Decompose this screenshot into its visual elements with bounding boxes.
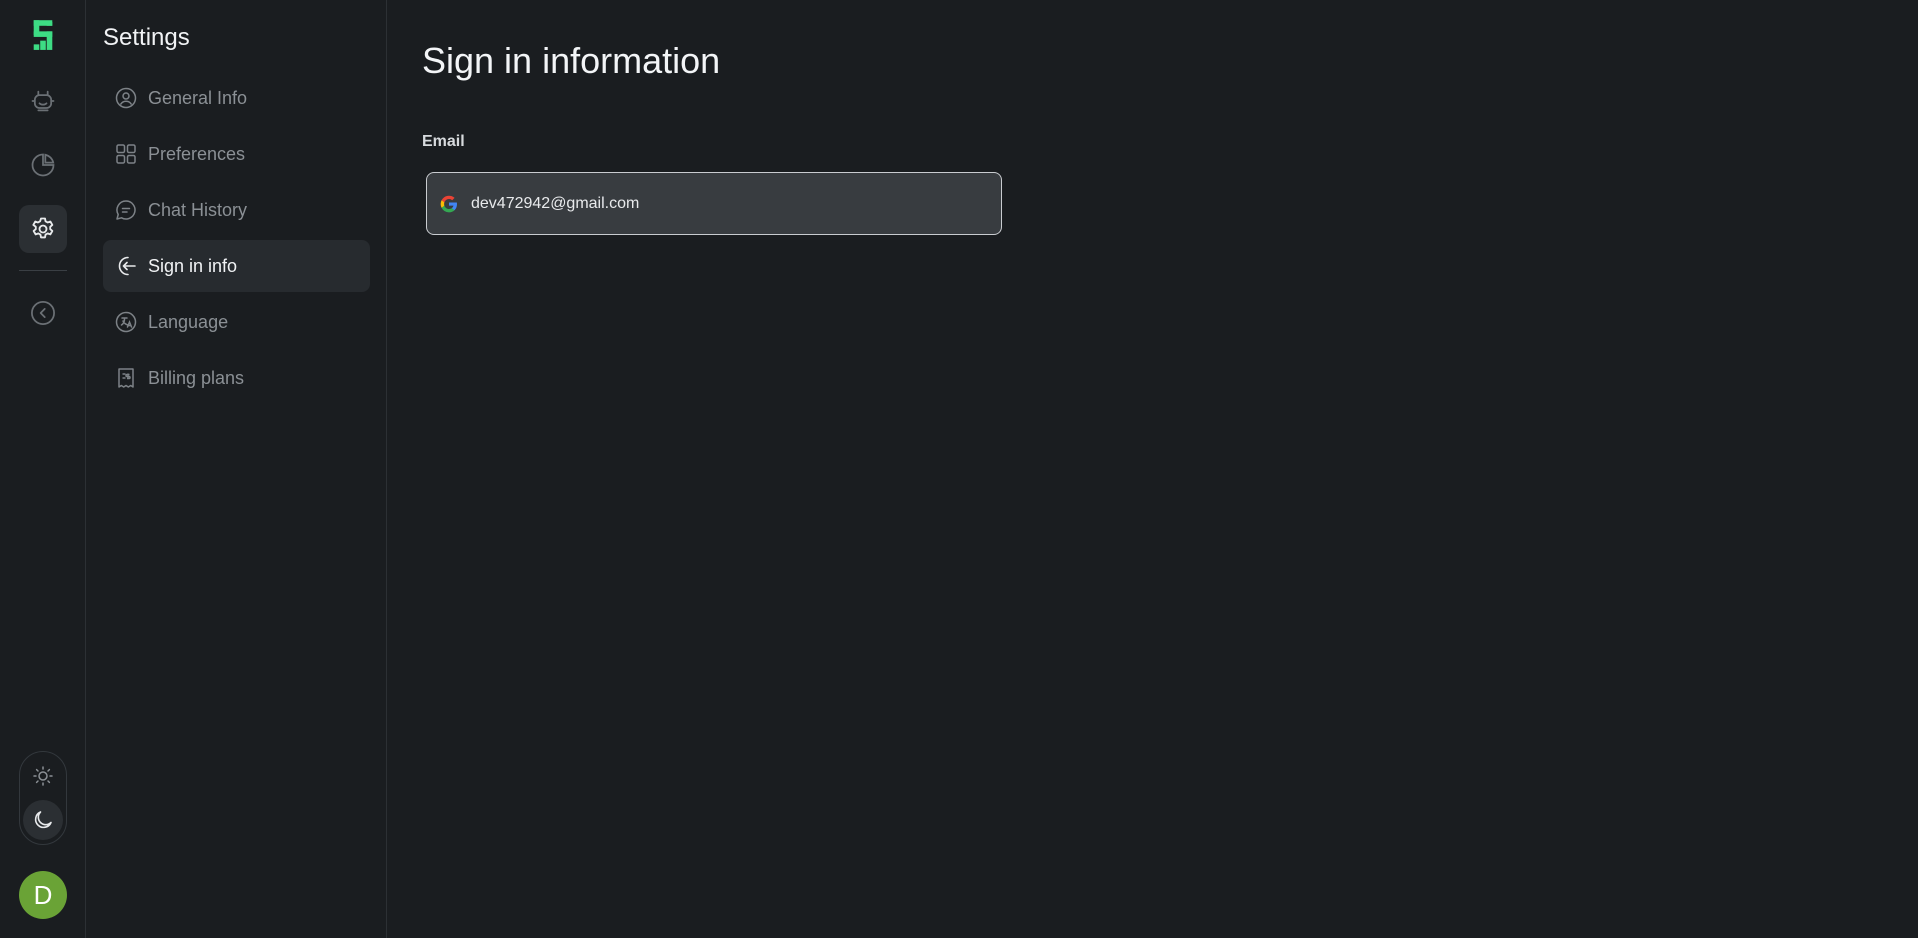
email-field[interactable]: dev472942@gmail.com xyxy=(426,172,1002,235)
settings-item-label: Sign in info xyxy=(148,255,238,276)
grid-icon xyxy=(116,144,136,164)
pie-chart-icon[interactable] xyxy=(19,141,67,189)
translate-icon xyxy=(115,311,137,333)
user-avatar[interactable]: D xyxy=(19,871,67,919)
settings-item-sign-in-info[interactable]: Sign in info xyxy=(103,240,370,292)
settings-item-label: General Info xyxy=(148,87,248,108)
settings-item-preferences[interactable]: Preferences xyxy=(103,128,370,180)
receipt-icon xyxy=(118,368,134,388)
settings-item-label: Preferences xyxy=(148,143,246,164)
email-value: dev472942@gmail.com xyxy=(471,194,640,212)
settings-gear-icon[interactable] xyxy=(19,205,67,253)
settings-item-label: Language xyxy=(148,311,229,332)
settings-item-billing-plans[interactable]: Billing plans xyxy=(103,352,370,404)
settings-title: Settings xyxy=(103,24,190,51)
settings-item-language[interactable]: Language xyxy=(103,296,370,348)
settings-item-general-info[interactable]: General Info xyxy=(103,72,370,124)
settings-panel: Settings General Info Preferences Chat H… xyxy=(86,0,387,938)
app-root: D Settings General Info Preferences Chat… xyxy=(0,0,1918,938)
rail-divider xyxy=(19,270,67,271)
icon-rail: D xyxy=(0,0,86,938)
robot-icon[interactable] xyxy=(19,77,67,125)
brand-logo-icon[interactable] xyxy=(19,12,67,60)
moon-icon[interactable] xyxy=(23,800,63,840)
avatar-initial: D xyxy=(33,879,53,910)
google-icon xyxy=(440,195,457,212)
sign-in-icon xyxy=(118,256,136,276)
settings-item-chat-history[interactable]: Chat History xyxy=(103,184,370,236)
user-circle-icon xyxy=(115,87,137,109)
page-title: Sign in information xyxy=(422,40,721,81)
settings-item-label: Chat History xyxy=(148,199,248,220)
chat-bubble-icon xyxy=(116,200,136,220)
email-label: Email xyxy=(422,133,465,150)
sun-icon[interactable] xyxy=(23,756,63,796)
theme-toggle xyxy=(19,751,67,845)
main-content: Sign in information Email dev472942@gmai… xyxy=(388,0,1918,938)
collapse-chevron-icon[interactable] xyxy=(19,289,67,337)
settings-item-label: Billing plans xyxy=(148,367,245,388)
